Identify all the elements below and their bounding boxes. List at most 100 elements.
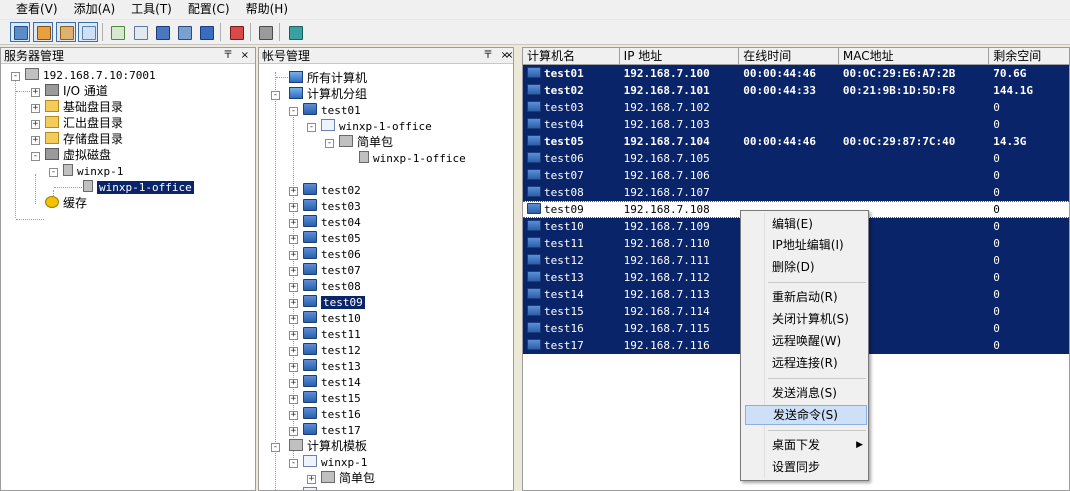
add-disk-button[interactable] xyxy=(107,22,127,42)
expand-toggle[interactable]: + xyxy=(307,475,316,484)
tree-node-computer[interactable]: test14 xyxy=(303,374,361,390)
expand-toggle[interactable]: - xyxy=(307,123,316,132)
settings-button[interactable] xyxy=(56,22,76,42)
expand-toggle[interactable]: + xyxy=(31,120,40,129)
expand-toggle[interactable]: + xyxy=(31,104,40,113)
tree-node-computer[interactable]: test10 xyxy=(303,310,361,326)
tree-node-server[interactable]: 192.168.7.10:7001 xyxy=(25,67,156,83)
tree-node-template-winxp1[interactable]: winxp-1 xyxy=(303,454,367,470)
tree-node-computer[interactable]: test06 xyxy=(303,246,361,262)
tree-node-computer[interactable]: test08 xyxy=(303,278,361,294)
user-manage-button[interactable] xyxy=(174,22,194,42)
expand-toggle[interactable]: + xyxy=(289,331,298,340)
tree-node-templates[interactable]: 计算机模板 xyxy=(289,438,367,454)
report-button[interactable] xyxy=(78,22,98,42)
menu-view[interactable]: 查看(V) xyxy=(8,0,66,19)
table-row[interactable]: test05 192.168.7.104 00:00:44:46 00:0C:29:8… xyxy=(523,133,1069,150)
tree-node-computer[interactable]: test15 xyxy=(303,390,361,406)
tree-node-computer[interactable]: test09 xyxy=(303,294,365,310)
column-header-name[interactable]: 计算机名 xyxy=(523,48,620,64)
tree-node-template-simple-package[interactable]: 简单包 xyxy=(321,470,375,486)
tree-node-computer[interactable]: test16 xyxy=(303,406,361,422)
tree-node-storage-dir[interactable]: 存储盘目录 xyxy=(45,131,123,147)
add-group-button[interactable] xyxy=(130,22,150,42)
expand-toggle[interactable]: + xyxy=(289,347,298,356)
expand-toggle[interactable]: + xyxy=(31,88,40,97)
table-row[interactable]: test04 192.168.7.103 0 xyxy=(523,116,1069,133)
table-row[interactable]: test03 192.168.7.102 0 xyxy=(523,99,1069,116)
menu-item-shutdown[interactable]: 关闭计算机(S) xyxy=(745,309,867,329)
tree-node-computer[interactable]: test13 xyxy=(303,358,361,374)
view-list-button[interactable] xyxy=(10,22,30,42)
menu-config[interactable]: 配置(C) xyxy=(180,0,238,19)
tree-node-base-dir[interactable]: 基础盘目录 xyxy=(45,99,123,115)
users-button[interactable] xyxy=(33,22,53,42)
menu-item-edit[interactable]: 编辑(E) xyxy=(745,214,867,234)
expand-toggle[interactable]: - xyxy=(11,72,20,81)
expand-toggle[interactable]: + xyxy=(289,299,298,308)
menu-item-send-command[interactable]: 发送命令(S) xyxy=(745,405,867,425)
table-row[interactable]: test07 192.168.7.106 0 xyxy=(523,167,1069,184)
computer-button[interactable] xyxy=(196,22,216,42)
menu-item-remote-wake[interactable]: 远程唤醒(W) xyxy=(745,331,867,351)
tree-node-winxp1-office-leaf[interactable]: winxp-1-office xyxy=(359,150,466,166)
tree-node-test01[interactable]: test01 xyxy=(303,102,361,118)
expand-toggle[interactable]: + xyxy=(289,187,298,196)
menu-help[interactable]: 帮助(H) xyxy=(238,0,296,19)
tree-node-computer[interactable]: test11 xyxy=(303,326,361,342)
tree-node-test01-winxp1-office[interactable]: winxp-1-office xyxy=(321,118,432,134)
menu-item-edit-ip[interactable]: IP地址编辑(I) xyxy=(745,235,867,255)
expand-toggle[interactable]: + xyxy=(289,411,298,420)
tree-node-simple-package[interactable]: 简单包 xyxy=(339,134,393,150)
expand-toggle[interactable]: - xyxy=(31,152,40,161)
tree-node-vdisk[interactable]: 虚拟磁盘 xyxy=(45,147,111,163)
expand-toggle[interactable]: - xyxy=(289,107,298,116)
pin-icon[interactable]: 〒 xyxy=(223,48,233,64)
tree-node-computer[interactable]: test12 xyxy=(303,342,361,358)
tree-node-winxp1-office[interactable]: winxp-1-office xyxy=(83,179,194,195)
expand-toggle[interactable]: + xyxy=(289,427,298,436)
column-header-online-time[interactable]: 在线时间 xyxy=(739,48,839,64)
expand-toggle[interactable]: + xyxy=(289,219,298,228)
tree-node-template-winxp1-office[interactable]: winxp-1-office xyxy=(303,486,414,490)
tree-node-all-computers[interactable]: 所有计算机 xyxy=(289,70,367,86)
table-row[interactable]: test01 192.168.7.100 00:00:44:46 00:0C:29:E… xyxy=(523,65,1069,82)
menu-item-sync-settings[interactable]: 设置同步 xyxy=(745,457,867,477)
tree-node-computer[interactable]: test03 xyxy=(303,198,361,214)
tree-node-summary-dir[interactable]: 汇出盘目录 xyxy=(45,115,123,131)
expand-toggle[interactable]: + xyxy=(289,235,298,244)
tree-node-computer[interactable]: test04 xyxy=(303,214,361,230)
update-button[interactable] xyxy=(285,22,305,42)
close-icon[interactable]: × xyxy=(505,50,513,61)
expand-toggle[interactable]: - xyxy=(325,139,334,148)
menu-item-restart[interactable]: 重新启动(R) xyxy=(745,287,867,307)
network-button[interactable] xyxy=(152,22,172,42)
expand-toggle[interactable]: + xyxy=(289,315,298,324)
calculator-button[interactable] xyxy=(226,22,246,42)
menu-item-remote-connect[interactable]: 远程连接(R) xyxy=(745,353,867,373)
pin-icon[interactable]: 〒 xyxy=(483,48,493,64)
tree-node-computer[interactable]: test02 xyxy=(303,182,361,198)
menu-item-desktop-push[interactable]: 桌面下发 ▶ xyxy=(745,435,867,455)
expand-toggle[interactable]: + xyxy=(289,203,298,212)
expand-toggle[interactable]: - xyxy=(271,443,280,452)
column-header-mac[interactable]: MAC地址 xyxy=(839,48,990,64)
column-header-ip[interactable]: IP 地址 xyxy=(620,48,740,64)
expand-toggle[interactable]: + xyxy=(289,395,298,404)
table-row[interactable]: test06 192.168.7.105 0 xyxy=(523,150,1069,167)
expand-toggle[interactable]: + xyxy=(289,283,298,292)
tree-node-computer[interactable]: test17 xyxy=(303,422,361,438)
close-icon[interactable]: × xyxy=(241,48,249,64)
tree-node-cache[interactable]: 缓存 xyxy=(45,195,87,211)
expand-toggle[interactable]: + xyxy=(289,363,298,372)
table-row[interactable]: test02 192.168.7.101 00:00:44:33 00:21:9B:1… xyxy=(523,82,1069,99)
table-row[interactable]: test08 192.168.7.107 0 xyxy=(523,184,1069,201)
column-header-free-space[interactable]: 剩余空间 xyxy=(989,48,1069,64)
expand-toggle[interactable]: + xyxy=(289,251,298,260)
expand-toggle[interactable]: - xyxy=(271,91,280,100)
menu-item-send-message[interactable]: 发送消息(S) xyxy=(745,383,867,403)
tree-node-computer[interactable]: test07 xyxy=(303,262,361,278)
expand-toggle[interactable]: - xyxy=(49,168,58,177)
expand-toggle[interactable]: - xyxy=(289,459,298,468)
menu-item-delete[interactable]: 删除(D) xyxy=(745,257,867,277)
